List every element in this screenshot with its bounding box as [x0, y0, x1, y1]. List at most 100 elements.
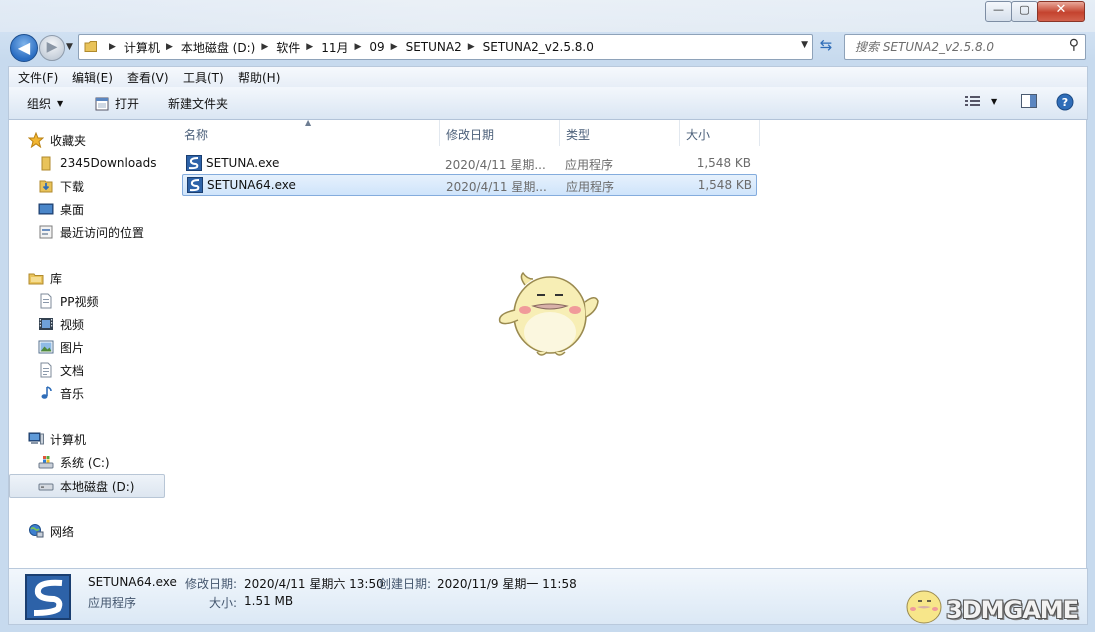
system-drive-icon — [38, 456, 54, 469]
column-headers: 名称 ▲ 修改日期 类型 大小 — [167, 118, 1086, 146]
column-divider[interactable] — [759, 120, 760, 146]
explorer-window: — ▢ ✕ ◀ ▶ ▼ ▶ 计算机 ▶ 本地磁盘 (D:) ▶ 软件 ▶ 11月 ▶ 09 ▶ SET… — [0, 0, 1095, 632]
breadcrumb-separator-icon[interactable]: ▶ — [468, 42, 475, 52]
column-divider[interactable] — [439, 120, 440, 146]
minimize-icon: — — [993, 3, 1004, 16]
library-icon — [28, 273, 44, 285]
sidebar-item-label: 2345Downloads — [60, 156, 157, 170]
breadcrumb-separator-icon[interactable]: ▶ — [391, 42, 398, 52]
desktop-icon — [38, 203, 54, 215]
breadcrumb-item[interactable]: SETUNA2 — [406, 40, 462, 54]
menu-help[interactable]: 帮助(H) — [238, 69, 280, 86]
search-box[interactable]: ⚲ — [844, 34, 1086, 60]
column-divider[interactable] — [559, 120, 560, 146]
breadcrumb-item[interactable]: SETUNA2_v2.5.8.0 — [483, 40, 594, 54]
breadcrumb-separator-icon[interactable]: ▶ — [306, 42, 313, 52]
forward-arrow-icon: ▶ — [46, 39, 58, 55]
document-icon — [40, 362, 52, 378]
minimize-button[interactable]: — — [985, 1, 1012, 22]
column-header-name[interactable]: 名称 — [184, 126, 208, 143]
navigation-bar: ◀ ▶ ▼ ▶ 计算机 ▶ 本地磁盘 (D:) ▶ 软件 ▶ 11月 ▶ 09 ▶ SETUNA2 ▶ S… — [0, 32, 1095, 62]
new-folder-label: 新建文件夹 — [168, 97, 229, 111]
open-icon — [95, 97, 109, 110]
menu-view[interactable]: 查看(V) — [127, 69, 169, 86]
close-button[interactable]: ✕ — [1037, 1, 1085, 22]
sidebar-item-label: 系统 (C:) — [60, 455, 110, 470]
breadcrumb-separator-icon[interactable]: ▶ — [354, 42, 361, 52]
file-type: 应用程序 — [565, 158, 614, 172]
view-options-button[interactable]: ▼ — [965, 95, 997, 107]
breadcrumb-item[interactable]: 本地磁盘 (D:) — [181, 39, 255, 56]
details-type: 应用程序 — [88, 596, 137, 610]
sidebar-item-label: PP视频 — [60, 294, 99, 309]
details-size-value: 1.51 MB — [244, 594, 294, 608]
file-date: 2020/4/11 星期... — [446, 180, 547, 194]
file-list-pane: 名称 ▲ 修改日期 类型 大小 SETUNA.exe 2020/4/11 星期.… — [167, 118, 1087, 568]
column-header-size[interactable]: 大小 — [686, 126, 710, 143]
history-dropdown-icon[interactable]: ▼ — [66, 42, 73, 52]
column-divider[interactable] — [679, 120, 680, 146]
chick-mascot-image — [498, 271, 599, 356]
breadcrumb-separator-icon[interactable]: ▶ — [261, 42, 268, 52]
sidebar-item-drive-d[interactable]: 本地磁盘 (D:) — [9, 474, 165, 498]
breadcrumb-item[interactable]: 11月 — [321, 39, 348, 56]
column-header-type[interactable]: 类型 — [566, 126, 590, 143]
computer-icon — [28, 432, 44, 445]
breadcrumb-item[interactable]: 软件 — [276, 39, 300, 56]
menu-tools[interactable]: 工具(T) — [183, 69, 224, 86]
view-details-icon — [965, 96, 980, 106]
sidebar-item-label: 图片 — [60, 340, 85, 355]
column-header-date[interactable]: 修改日期 — [446, 126, 494, 143]
table-row[interactable]: SETUNA64.exe 2020/4/11 星期... 应用程序 1,548 … — [182, 174, 757, 196]
menu-file[interactable]: 文件(F) — [18, 69, 58, 86]
pictures-icon — [38, 340, 54, 354]
help-button[interactable]: ? — [1056, 93, 1074, 111]
star-icon — [28, 132, 44, 148]
maximize-icon: ▢ — [1019, 3, 1030, 16]
chick-watermark-icon — [906, 590, 942, 624]
video-icon — [39, 318, 53, 330]
sidebar-item-label: 文档 — [60, 363, 85, 378]
details-created-value: 2020/11/9 星期一 11:58 — [437, 577, 577, 591]
watermark-text: 3DMGAME — [946, 596, 1079, 624]
sidebar-network[interactable]: 网络 — [28, 520, 184, 542]
refresh-button[interactable]: ⇆ — [815, 36, 837, 58]
sidebar-item-label: 本地磁盘 (D:) — [60, 479, 135, 494]
sidebar-favorites[interactable]: 收藏夹 — [28, 129, 184, 151]
preview-pane-icon — [1021, 94, 1037, 108]
document-icon — [40, 293, 52, 309]
menu-bar: 文件(F) 编辑(E) 查看(V) 工具(T) 帮助(H) — [8, 66, 1088, 87]
back-button[interactable]: ◀ — [10, 34, 38, 62]
sidebar-libraries[interactable]: 库 — [28, 267, 184, 289]
close-icon: ✕ — [1055, 2, 1067, 17]
search-icon[interactable]: ⚲ — [1069, 37, 1079, 53]
sidebar-favorites-label: 收藏夹 — [50, 133, 87, 148]
watermark: 3DMGAME — [898, 580, 1090, 630]
organize-button[interactable]: 组织 ▼ — [27, 95, 63, 112]
search-input[interactable] — [853, 38, 1062, 56]
address-dropdown-icon[interactable]: ▼ — [801, 40, 808, 50]
music-note-icon — [41, 386, 52, 399]
breadcrumb-separator-icon[interactable]: ▶ — [166, 42, 173, 52]
maximize-button[interactable]: ▢ — [1011, 1, 1038, 22]
file-name: SETUNA64.exe — [207, 178, 296, 192]
menu-edit[interactable]: 编辑(E) — [72, 69, 113, 86]
breadcrumb-item[interactable]: 09 — [369, 40, 384, 54]
breadcrumb-separator-icon[interactable]: ▶ — [109, 42, 116, 52]
folder-icon — [41, 156, 51, 171]
sidebar-libraries-label: 库 — [50, 271, 63, 286]
setuna-app-large-icon — [25, 574, 71, 620]
help-icon: ? — [1056, 93, 1074, 111]
details-filename: SETUNA64.exe — [88, 575, 177, 589]
setuna-app-icon — [187, 177, 203, 193]
open-button[interactable]: 打开 — [95, 95, 139, 112]
sidebar-computer[interactable]: 计算机 — [28, 428, 184, 450]
breadcrumb-item[interactable]: 计算机 — [124, 39, 160, 56]
back-arrow-icon: ◀ — [17, 38, 31, 57]
table-row[interactable]: SETUNA.exe 2020/4/11 星期... 应用程序 1,548 KB — [182, 153, 755, 173]
new-folder-button[interactable]: 新建文件夹 — [168, 95, 228, 112]
file-size: 1,548 KB — [697, 178, 752, 192]
preview-pane-button[interactable] — [1021, 94, 1037, 108]
address-bar[interactable]: ▶ 计算机 ▶ 本地磁盘 (D:) ▶ 软件 ▶ 11月 ▶ 09 ▶ SETUNA2 ▶ SETUNA2… — [78, 34, 813, 60]
forward-button[interactable]: ▶ — [39, 35, 65, 61]
